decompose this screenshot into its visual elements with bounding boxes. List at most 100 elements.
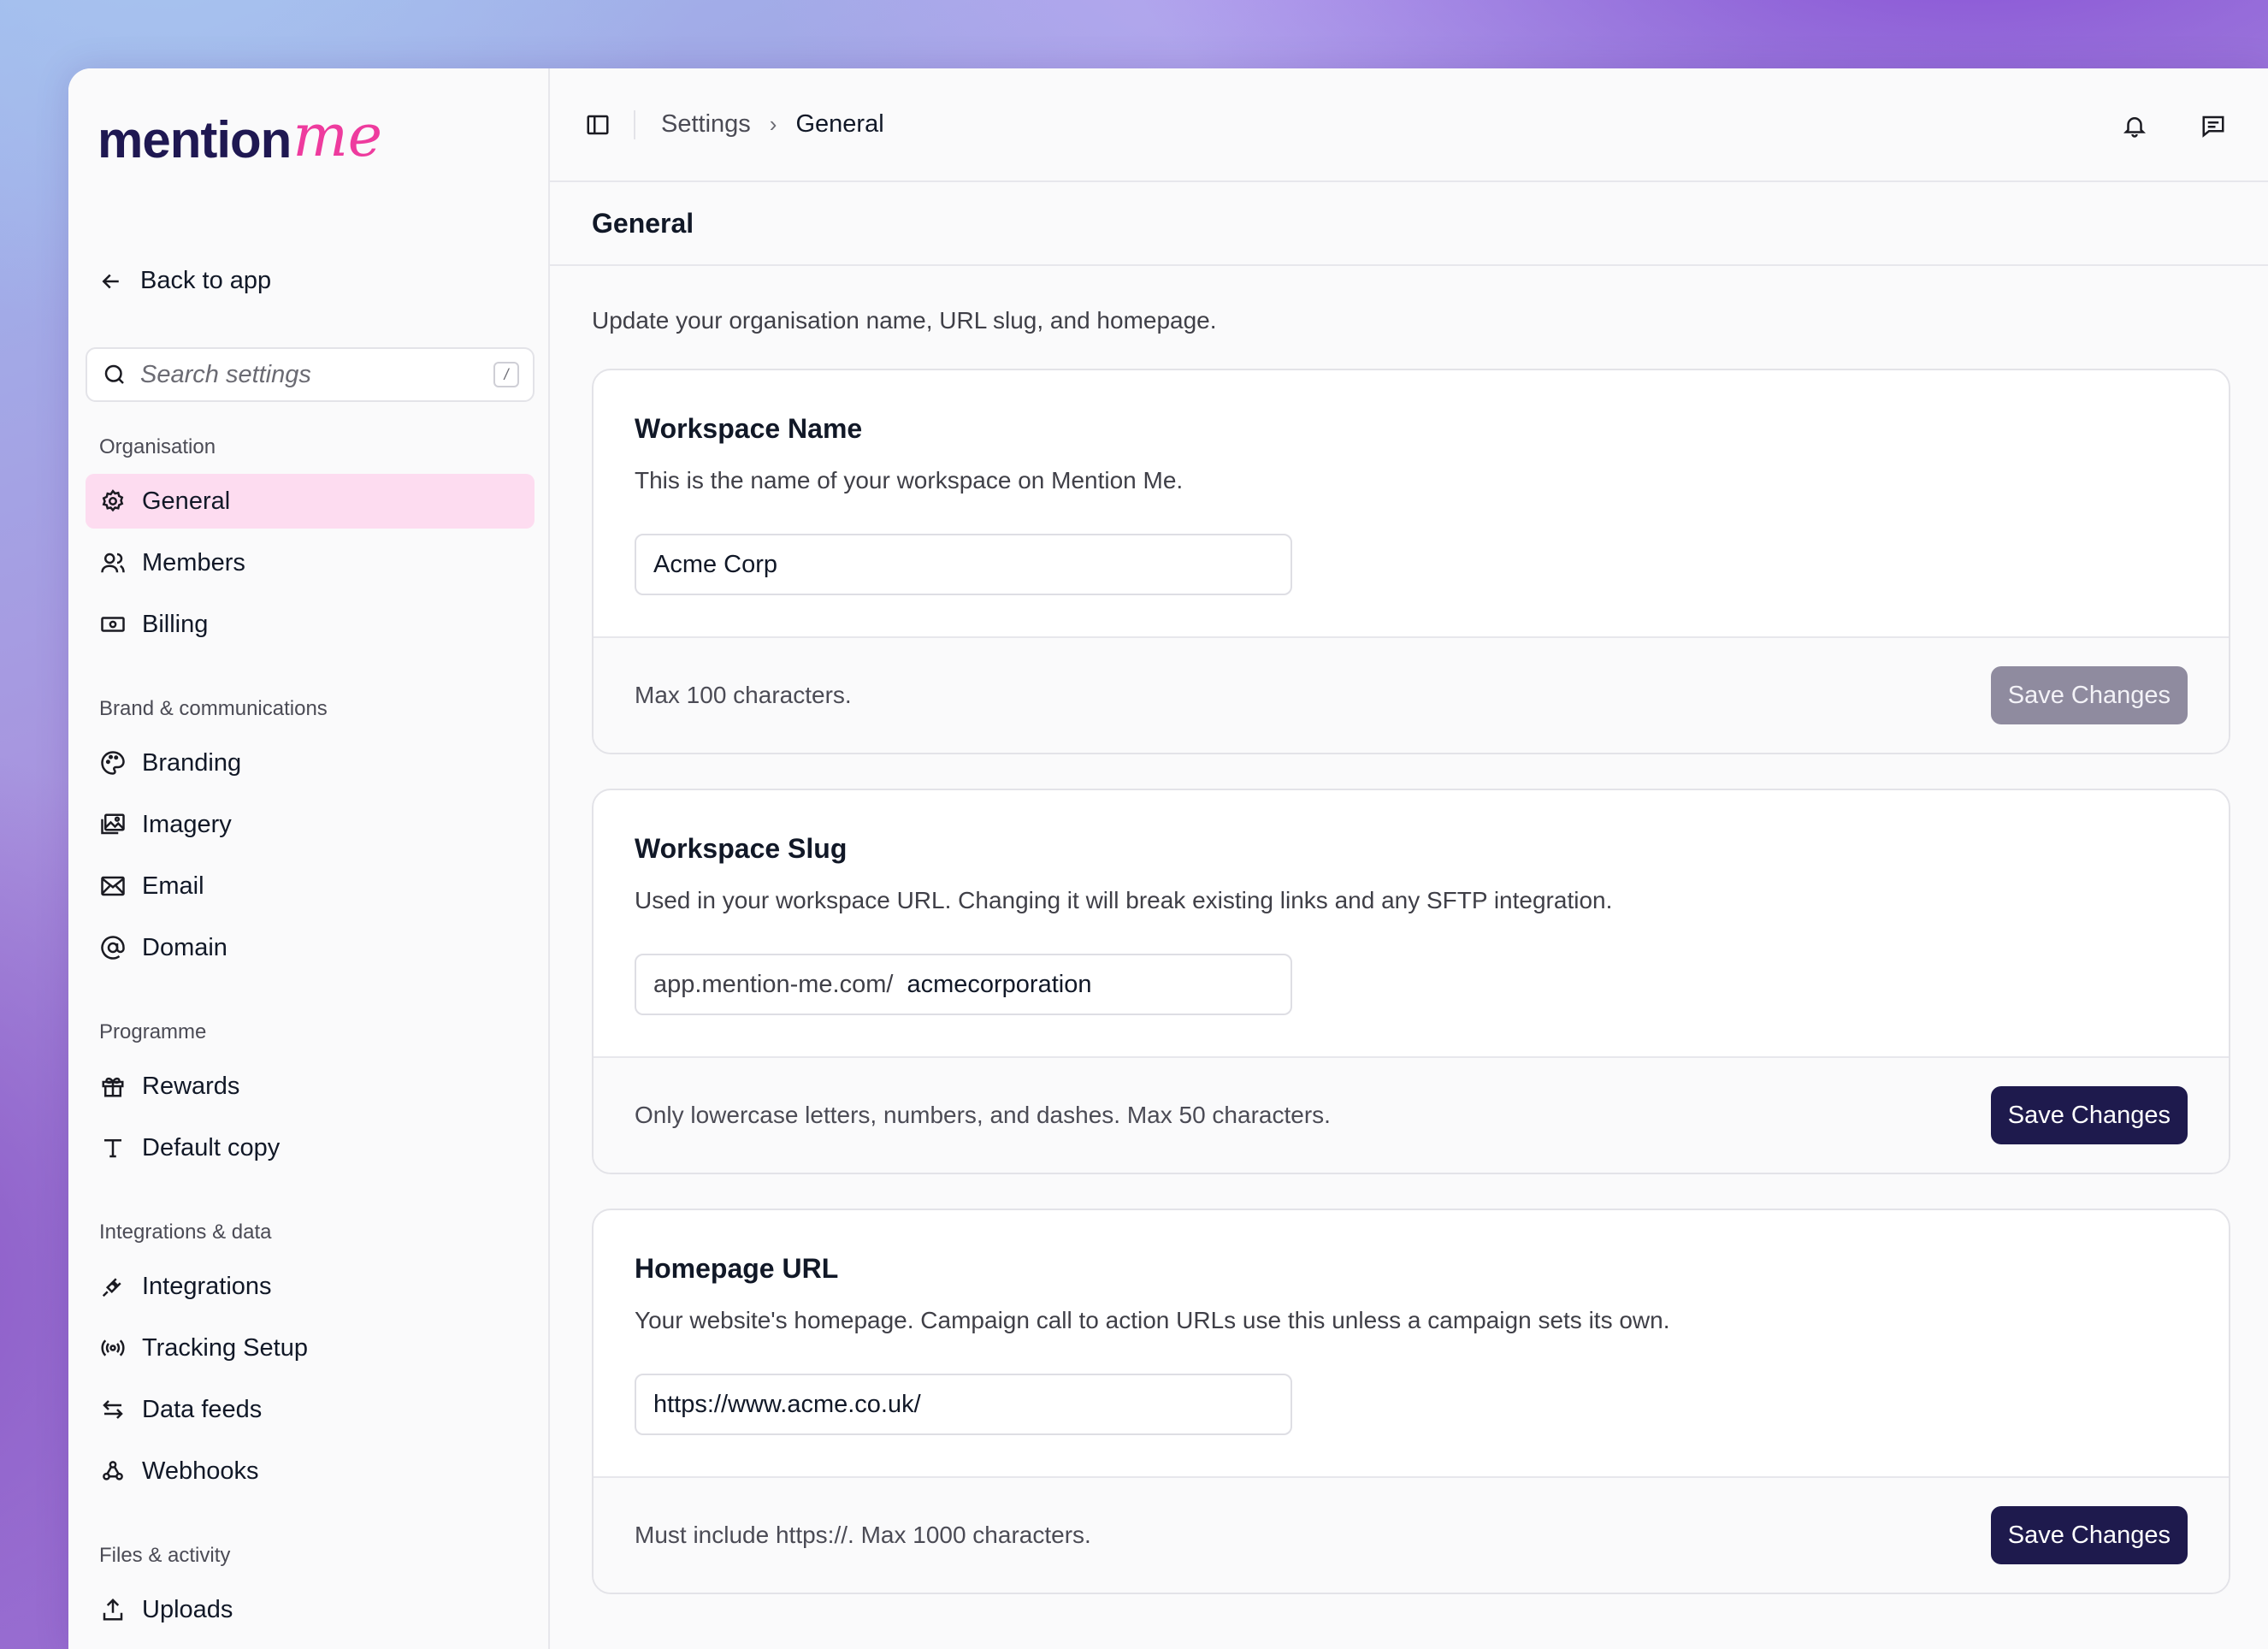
search-icon — [101, 361, 128, 388]
save-homepage-url-button[interactable]: Save Changes — [1990, 1506, 2188, 1564]
page-description: Update your organisation name, URL slug,… — [592, 307, 1217, 334]
sidebar-item-label: Integrations — [142, 1272, 272, 1300]
sidebar-item-label: Rewards — [142, 1072, 240, 1100]
breadcrumb: Settings › General — [661, 110, 884, 139]
card-footer: Max 100 characters. Save Changes — [594, 636, 2229, 753]
save-workspace-slug-button[interactable]: Save Changes — [1990, 1086, 2188, 1144]
breadcrumb-settings[interactable]: Settings — [661, 110, 751, 139]
top-bar: Settings › General — [550, 68, 2268, 182]
mention-me-logo[interactable]: mention me — [97, 98, 382, 166]
upload-icon — [99, 1596, 127, 1623]
sidebar-item-label: Imagery — [142, 810, 232, 838]
sidebar-item-label: General — [142, 487, 231, 515]
card-footer: Only lowercase letters, numbers, and das… — [594, 1056, 2229, 1173]
card-footer: Must include https://. Max 1000 characte… — [594, 1476, 2229, 1593]
sidebar-item-branding[interactable]: Branding — [86, 736, 535, 790]
sidebar-item-uploads[interactable]: Uploads — [86, 1582, 535, 1637]
plug-icon — [99, 1273, 127, 1300]
bell-icon[interactable] — [2121, 112, 2148, 139]
sidebar-item-label: Billing — [142, 610, 209, 638]
sidebar-item-webhooks[interactable]: Webhooks — [86, 1444, 535, 1498]
card-description: Your website's homepage. Campaign call t… — [635, 1307, 1670, 1333]
mail-icon — [99, 872, 127, 900]
workspace-name-card: Workspace Name This is the name of your … — [592, 369, 2230, 754]
arrows-exchange-icon — [99, 1396, 127, 1423]
type-icon — [99, 1134, 127, 1161]
nav-section-files: Files & activity — [99, 1544, 231, 1567]
search-settings-box[interactable]: / — [86, 347, 535, 402]
banknote-icon — [99, 611, 127, 638]
sidebar-item-label: Uploads — [142, 1595, 233, 1623]
nav-section-integrations: Integrations & data — [99, 1220, 272, 1244]
sidebar-item-imagery[interactable]: Imagery — [86, 797, 535, 852]
card-description: This is the name of your workspace on Me… — [635, 467, 1184, 494]
app-window: mention me Back to app / Organisation Ge… — [68, 68, 2268, 1649]
webhook-icon — [99, 1457, 127, 1485]
save-workspace-name-button[interactable]: Save Changes — [1990, 666, 2188, 724]
homepage-url-input[interactable] — [653, 1390, 1273, 1419]
sidebar-item-label: Domain — [142, 933, 227, 961]
sidebar-item-label: Members — [142, 548, 245, 576]
sidebar-item-default-copy[interactable]: Default copy — [86, 1120, 535, 1175]
radio-icon — [99, 1334, 127, 1362]
back-to-app-link[interactable]: Back to app — [97, 267, 271, 295]
sidebar-item-label: Webhooks — [142, 1457, 259, 1485]
sidebar-item-tracking-setup[interactable]: Tracking Setup — [86, 1321, 535, 1375]
workspace-name-input[interactable] — [653, 550, 1273, 579]
topbar-divider — [634, 109, 635, 139]
topbar-actions — [2121, 68, 2227, 182]
main-content: Settings › General General Update your o… — [550, 68, 2268, 1649]
sidebar-item-domain[interactable]: Domain — [86, 920, 535, 975]
card-title: Workspace Slug — [635, 833, 848, 864]
gear-icon — [99, 488, 127, 515]
sidebar-toggle-icon[interactable] — [584, 111, 611, 139]
back-to-app-label: Back to app — [140, 267, 272, 294]
page-header: General — [550, 182, 2268, 266]
card-title: Homepage URL — [635, 1253, 839, 1284]
sidebar-item-label: Email — [142, 872, 204, 900]
logo-wordmark: mention — [97, 111, 292, 168]
sidebar-item-label: Data feeds — [142, 1395, 263, 1423]
sidebar-item-general[interactable]: General — [86, 474, 535, 529]
at-sign-icon — [99, 934, 127, 961]
gift-icon — [99, 1073, 127, 1100]
settings-sidebar: mention me Back to app / Organisation Ge… — [68, 68, 550, 1649]
users-icon — [99, 549, 127, 576]
sidebar-item-billing[interactable]: Billing — [86, 597, 535, 652]
card-hint: Only lowercase letters, numbers, and das… — [635, 1102, 1331, 1128]
sidebar-item-label: Default copy — [142, 1133, 281, 1161]
card-hint: Max 100 characters. — [635, 682, 852, 708]
search-settings-input[interactable] — [140, 360, 493, 389]
images-icon — [99, 811, 127, 838]
nav-section-programme: Programme — [99, 1020, 207, 1043]
sidebar-item-integrations[interactable]: Integrations — [86, 1259, 535, 1314]
settings-nav: Organisation General Members Billing Bra… — [86, 428, 535, 1637]
workspace-slug-card: Workspace Slug Used in your workspace UR… — [592, 789, 2230, 1174]
workspace-slug-field[interactable]: app.mention-me.com/ — [635, 954, 1292, 1015]
sidebar-item-members[interactable]: Members — [86, 535, 535, 590]
sidebar-item-label: Branding — [142, 748, 242, 777]
arrow-left-icon — [97, 268, 125, 295]
sidebar-item-data-feeds[interactable]: Data feeds — [86, 1382, 535, 1437]
sidebar-item-rewards[interactable]: Rewards — [86, 1059, 535, 1114]
breadcrumb-general: General — [795, 110, 884, 138]
logo-script: me — [292, 103, 383, 170]
page-body: Update your organisation name, URL slug,… — [550, 307, 2268, 1594]
card-title: Workspace Name — [635, 413, 863, 444]
card-description: Used in your workspace URL. Changing it … — [635, 887, 1613, 913]
card-hint: Must include https://. Max 1000 characte… — [635, 1522, 1091, 1548]
chevron-right-icon: › — [769, 111, 777, 137]
search-shortcut-key: / — [493, 362, 519, 387]
workspace-name-field[interactable] — [635, 534, 1292, 595]
homepage-url-card: Homepage URL Your website's homepage. Ca… — [592, 1209, 2230, 1594]
slug-prefix: app.mention-me.com/ — [653, 970, 894, 998]
sidebar-item-label: Tracking Setup — [142, 1333, 308, 1362]
nav-section-brand: Brand & communications — [99, 697, 328, 720]
homepage-url-field[interactable] — [635, 1374, 1292, 1435]
sidebar-item-email[interactable]: Email — [86, 859, 535, 913]
message-icon[interactable] — [2200, 112, 2227, 139]
workspace-slug-input[interactable] — [907, 970, 1273, 999]
nav-section-organisation: Organisation — [99, 435, 216, 458]
page-title: General — [592, 207, 694, 239]
palette-icon — [99, 749, 127, 777]
